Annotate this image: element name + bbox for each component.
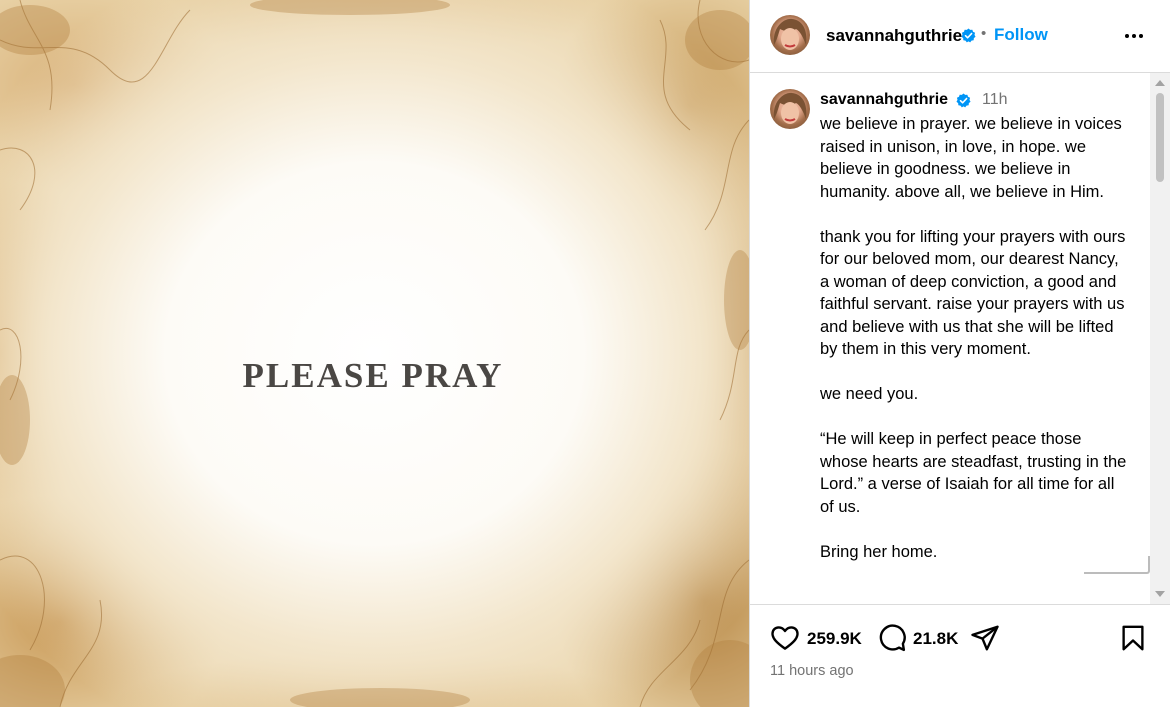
comment-icon[interactable] — [877, 623, 907, 653]
comments-scrollbar[interactable] — [1150, 73, 1170, 604]
verified-badge-icon — [961, 28, 976, 43]
scrollbar-thumb[interactable] — [1156, 93, 1164, 182]
comments-section[interactable]: savannahguthrie 11h we believe in prayer… — [750, 73, 1170, 605]
textarea-corner-mark — [1084, 556, 1150, 574]
post-header: savannahguthrie • Follow — [750, 0, 1170, 73]
post-image[interactable]: PLEASE PRAY — [0, 0, 749, 707]
floral-border-decoration — [0, 0, 749, 707]
image-headline: PLEASE PRAY — [242, 356, 504, 395]
header-separator: • — [981, 25, 987, 42]
author-avatar[interactable] — [770, 15, 810, 55]
follow-button[interactable]: Follow — [994, 25, 1048, 45]
caption-username[interactable]: savannahguthrie — [820, 91, 948, 109]
scroll-up-arrow-icon[interactable] — [1155, 80, 1165, 86]
caption-author-avatar[interactable] — [770, 89, 810, 129]
more-options-icon[interactable] — [1122, 24, 1146, 48]
scroll-down-arrow-icon[interactable] — [1155, 591, 1165, 597]
caption-text: we believe in prayer. we believe in voic… — [820, 115, 1127, 561]
avatar-portrait-icon — [773, 18, 807, 50]
post-timestamp[interactable]: 11 hours ago — [770, 663, 854, 679]
verified-badge-icon — [956, 93, 971, 108]
caption-timestamp[interactable]: 11h — [982, 91, 1008, 109]
heart-icon[interactable] — [770, 623, 800, 653]
comment-count[interactable]: 21.8K — [913, 629, 958, 649]
post-actions: 259.9K 21.8K 11 hours ago — [750, 604, 1170, 707]
avatar-portrait-icon — [773, 92, 807, 124]
like-count[interactable]: 259.9K — [807, 629, 862, 649]
post-side-panel: savannahguthrie • Follow savannahguthrie… — [749, 0, 1170, 707]
share-paper-plane-icon[interactable] — [970, 623, 1000, 653]
author-username[interactable]: savannahguthrie — [826, 26, 962, 46]
bookmark-icon[interactable] — [1118, 623, 1148, 653]
